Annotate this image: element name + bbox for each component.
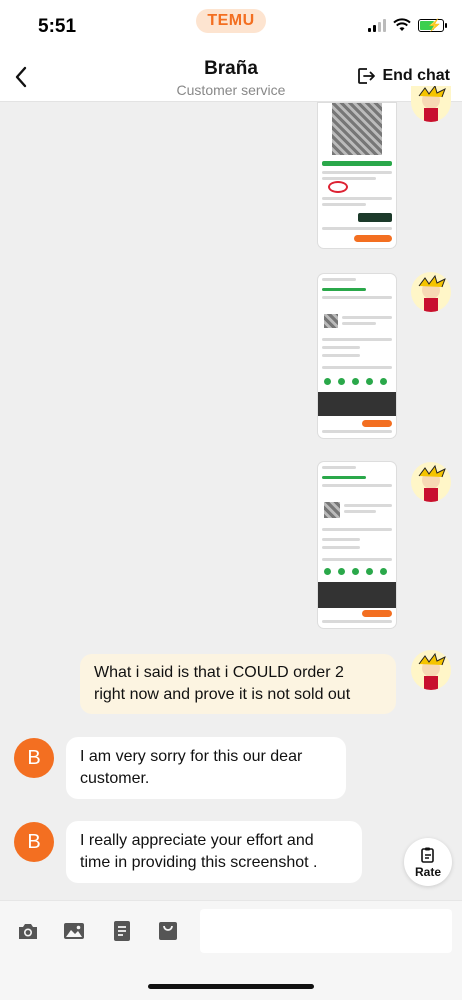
exit-icon	[358, 68, 376, 84]
message-line: What i said is that i COULD order 2	[94, 664, 344, 681]
screenshot-message[interactable]	[318, 462, 396, 628]
bag-button[interactable]	[156, 919, 180, 943]
status-icons: ⚡	[368, 18, 447, 32]
user-avatar	[411, 462, 451, 502]
message-line: I am very sorry for this our dear	[80, 748, 303, 765]
agent-message-bubble[interactable]: I am very sorry for this our dear custom…	[66, 737, 346, 799]
rate-clipboard-icon	[421, 847, 434, 863]
agent-avatar: B	[14, 738, 54, 778]
bag-icon	[159, 922, 177, 940]
user-avatar	[411, 86, 451, 122]
message-line: customer.	[80, 770, 150, 787]
status-bar: 5:51 TEMU ⚡	[0, 0, 462, 54]
agent-message-bubble[interactable]: I really appreciate your effort and time…	[66, 821, 362, 883]
message-input[interactable]	[200, 909, 452, 953]
my-message-bubble[interactable]: What i said is that i COULD order 2 righ…	[80, 654, 396, 714]
rate-label: Rate	[414, 865, 441, 879]
user-avatar	[411, 650, 451, 690]
message-line: right now and prove it is not sold out	[94, 686, 351, 703]
camera-button[interactable]	[16, 919, 40, 943]
order-list-button[interactable]	[110, 919, 134, 943]
message-line: I really appreciate your effort and	[80, 832, 314, 849]
cellular-signal-icon	[368, 18, 386, 32]
end-chat-label: End chat	[382, 67, 450, 84]
wifi-icon	[393, 18, 411, 31]
screenshot-message[interactable]	[318, 274, 396, 438]
cartoon-avatar-icon	[418, 274, 446, 312]
chat-header: Braña Customer service End chat	[0, 54, 462, 102]
screenshot-message[interactable]	[318, 103, 396, 248]
user-avatar	[411, 272, 451, 312]
agent-avatar: B	[14, 822, 54, 862]
end-chat-button[interactable]: End chat	[356, 66, 450, 86]
cartoon-avatar-icon	[418, 86, 446, 122]
brand-badge: TEMU	[196, 9, 266, 33]
image-button[interactable]	[62, 919, 86, 943]
home-indicator	[148, 984, 314, 989]
rate-button[interactable]: Rate	[404, 838, 452, 886]
battery-icon: ⚡	[418, 18, 447, 32]
status-time: 5:51	[38, 16, 77, 37]
message-line: time in providing this screenshot .	[80, 854, 318, 871]
image-icon	[64, 923, 84, 939]
cartoon-avatar-icon	[418, 652, 446, 690]
order-list-icon	[114, 921, 130, 941]
camera-icon	[19, 924, 37, 939]
cartoon-avatar-icon	[418, 464, 446, 502]
